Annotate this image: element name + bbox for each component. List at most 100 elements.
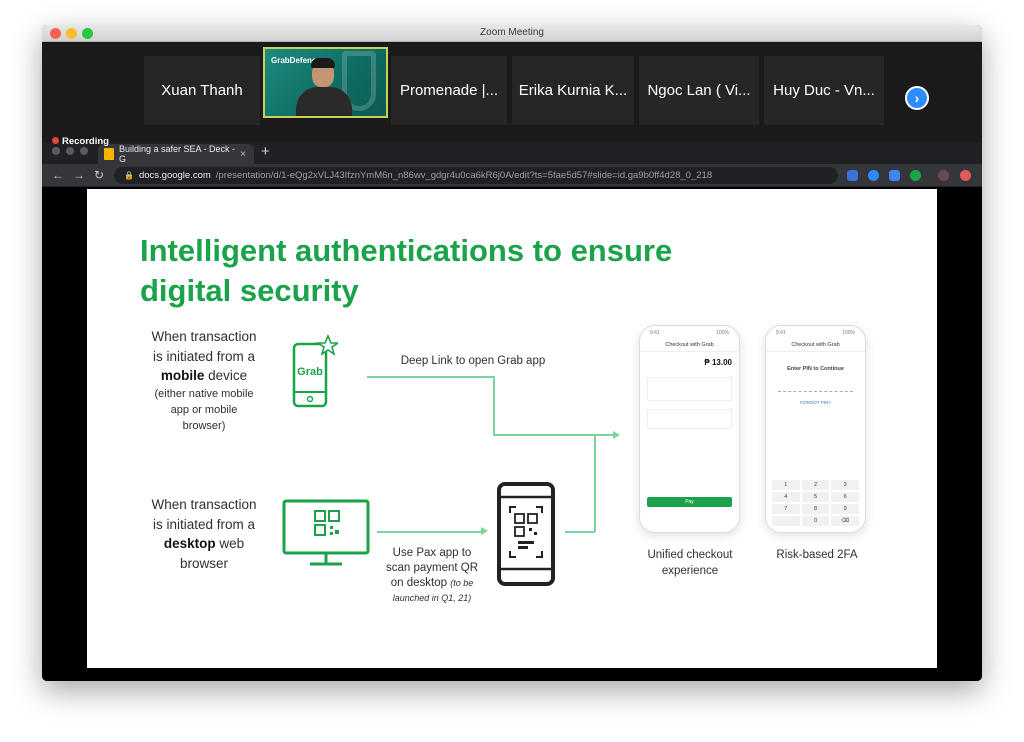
label-line: experience — [661, 565, 719, 577]
participant-name: Erika Kurnia K... — [518, 82, 628, 99]
keypad-key: 0 — [801, 516, 830, 526]
pin-dots — [778, 384, 853, 392]
phone-header: Checkout with Grab — [640, 338, 739, 352]
desc-paren: (either native mobile — [154, 387, 254, 400]
desktop-transaction-description: When transaction is initiated from a des… — [137, 495, 271, 573]
back-arrow-icon[interactable]: ← — [52, 168, 64, 182]
participant-tile[interactable]: Erika Kurnia K... — [512, 56, 634, 125]
connector-line — [493, 376, 495, 435]
connector-line — [565, 531, 595, 533]
tab-close-icon[interactable]: × — [240, 149, 246, 160]
participant-name: Huy Duc - Vn... — [773, 82, 875, 99]
window-title: Zoom Meeting — [480, 27, 544, 38]
active-speaker-video[interactable]: GrabDefence — [263, 47, 388, 118]
desc-text: device — [204, 368, 248, 383]
desc-bold: mobile — [160, 368, 205, 383]
checkout-phone-mockup: 9:41 100% Checkout with Grab ₱ 13.00 Pay — [639, 325, 740, 533]
slide-title-line: digital security — [140, 273, 359, 308]
desc-bold: desktop — [163, 536, 216, 551]
qr-scan-phone-icon — [497, 482, 555, 586]
phone-section — [647, 409, 732, 429]
label-line: Unified checkout — [647, 549, 733, 561]
desc-line: is initiated from a — [152, 348, 256, 364]
slide: Intelligent authentications to ensure di… — [87, 189, 937, 668]
grab-icon-text: Grab — [297, 366, 323, 378]
phone-status-bar: 9:41 100% — [650, 330, 729, 336]
recording-label: Recording — [62, 136, 109, 147]
keypad-key: 2 — [801, 480, 830, 490]
zoom-window: Zoom Meeting Xuan Thanh GrabDefence Prom… — [42, 25, 982, 681]
extension-icon[interactable] — [847, 170, 858, 181]
speaker-body — [296, 87, 352, 116]
zoom-extension-icon[interactable] — [868, 170, 879, 181]
keypad-key: 7 — [772, 504, 800, 514]
keypad-key: 5 — [801, 492, 830, 502]
keypad-key: 1 — [772, 480, 800, 490]
new-tab-button[interactable]: + — [261, 143, 270, 160]
lock-icon: 🔒 — [124, 171, 134, 180]
connector-line — [367, 376, 495, 378]
browser-tab-bar: Building a safer SEA - Deck - G × + — [42, 142, 982, 164]
browser-close-dot — [52, 147, 60, 155]
desc-line: When transaction — [151, 497, 257, 512]
participant-tile[interactable]: Promenade |... — [391, 56, 507, 125]
recording-indicator: Recording — [52, 136, 109, 147]
keypad-key: ⌫ — [831, 516, 859, 526]
next-participants-arrow-icon[interactable]: › — [905, 86, 929, 110]
pax-app-label: Use Pax app to scan payment QR on deskto… — [373, 546, 491, 606]
phone-spacer — [640, 437, 739, 497]
label-note: (to be — [450, 578, 474, 588]
google-slides-icon — [104, 148, 114, 160]
desc-line: is initiated from a — [152, 516, 256, 532]
presentation-viewport: Intelligent authentications to ensure di… — [42, 187, 982, 681]
browser-zoom-dot — [80, 147, 88, 155]
browser-toolbar: ← → ↻ 🔒 docs.google.com/presentation/d/1… — [42, 164, 982, 187]
desc-paren: app or mobile — [170, 403, 238, 416]
profile-avatar[interactable] — [938, 170, 949, 181]
participant-name: Promenade |... — [399, 82, 499, 99]
risk-based-2fa-label: Risk-based 2FA — [776, 549, 858, 561]
phone-section — [647, 377, 732, 401]
keypad-key: 3 — [831, 480, 859, 490]
desc-line: mobile device — [137, 366, 271, 386]
extension-icon[interactable] — [960, 170, 971, 181]
browser-tab-active[interactable]: Building a safer SEA - Deck - G × — [98, 144, 254, 164]
browser-minimize-dot — [66, 147, 74, 155]
window-titlebar: Zoom Meeting — [42, 25, 982, 42]
deep-link-label: Deep Link to open Grab app — [400, 355, 546, 367]
phone-status-bar: 9:41 100% — [776, 330, 855, 336]
desktop-qr-icon — [282, 499, 370, 566]
label-text: on desktop — [390, 577, 448, 589]
grammarly-extension-icon[interactable] — [910, 170, 921, 181]
desc-line: browser — [179, 555, 228, 571]
participant-name: Ngoc Lan ( Vi... — [647, 82, 751, 99]
speaker-hair — [311, 58, 335, 68]
desc-line: desktop web — [137, 534, 271, 554]
keypad-key: 9 — [831, 504, 859, 514]
participant-tile[interactable]: Xuan Thanh — [144, 56, 260, 125]
reload-icon[interactable]: ↻ — [94, 168, 104, 182]
pin-title: Enter PIN to Continue — [787, 366, 844, 372]
tab-title: Building a safer SEA - Deck - G — [119, 144, 236, 164]
connector-line — [594, 435, 596, 532]
forgot-pin-link: FORGOT PIN? — [800, 400, 831, 405]
address-bar[interactable]: 🔒 docs.google.com/presentation/d/1-eQg2x… — [114, 167, 838, 184]
arrow-head — [481, 527, 488, 535]
keypad-key: 6 — [831, 492, 859, 502]
participant-tile[interactable]: Huy Duc - Vn... — [764, 56, 884, 125]
participant-strip: Xuan Thanh GrabDefence Promenade |... Er… — [42, 42, 982, 154]
phone-amount: ₱ 13.00 — [640, 352, 739, 369]
extension-icon[interactable] — [889, 170, 900, 181]
forward-arrow-icon[interactable]: → — [73, 168, 85, 182]
connector-line — [377, 531, 481, 533]
arrow-head — [613, 431, 620, 439]
phone-header: Checkout with Grab — [766, 338, 865, 352]
desc-line: When transaction — [151, 329, 257, 344]
participant-tile[interactable]: Ngoc Lan ( Vi... — [639, 56, 759, 125]
label-line: on desktop (to be — [373, 576, 491, 591]
keypad-key: 4 — [772, 492, 800, 502]
slide-title: Intelligent authentications to ensure di… — [140, 231, 780, 311]
keypad-key: 8 — [801, 504, 830, 514]
label-line: Use Pax app to — [392, 547, 472, 559]
phone-pay-button: Pay — [647, 497, 732, 507]
